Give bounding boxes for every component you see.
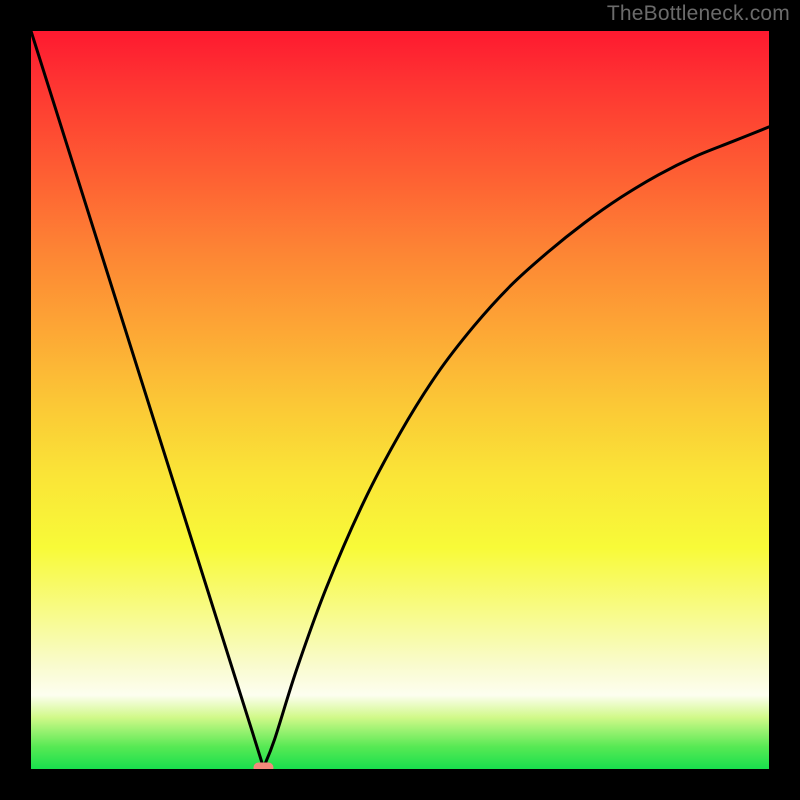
bottleneck-curve bbox=[31, 31, 769, 768]
curve-layer bbox=[31, 31, 769, 769]
min-marker bbox=[253, 763, 273, 769]
chart-container: TheBottleneck.com bbox=[0, 0, 800, 800]
plot-area bbox=[31, 31, 769, 769]
watermark-text: TheBottleneck.com bbox=[607, 2, 790, 26]
